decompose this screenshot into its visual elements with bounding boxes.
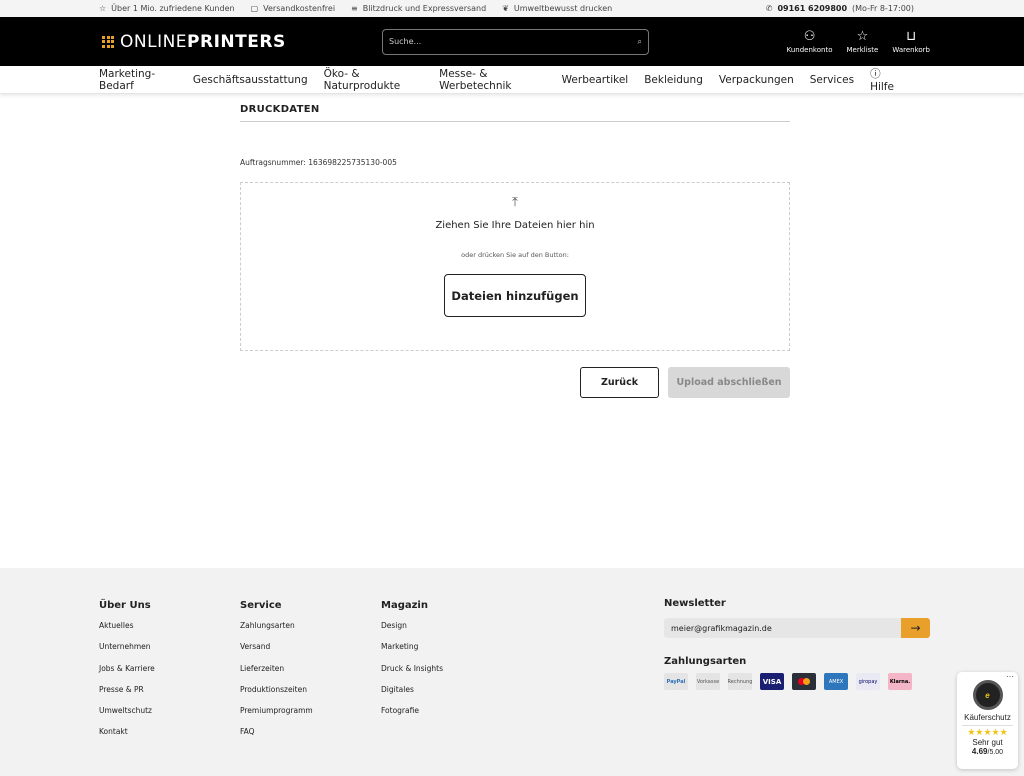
footer-link[interactable]: Versand: [240, 642, 313, 663]
klarna-icon: Klarna.: [888, 673, 912, 690]
star-icon: ☆: [99, 4, 107, 13]
star-icon: ☆: [856, 28, 869, 44]
main-nav: Marketing-Bedarf Geschäftsausstattung Ök…: [0, 66, 1024, 94]
footer-col-service: Service Zahlungsarten Versand Lieferzeit…: [240, 600, 313, 749]
nav-item[interactable]: Werbeartikel: [562, 74, 629, 86]
print-data-section: DRUCKDATEN Auftragsnummer: 1636982257351…: [240, 104, 790, 398]
search-icon[interactable]: ⌕: [638, 37, 642, 47]
truck-icon: ≡: [351, 4, 358, 13]
mastercard-icon: [792, 673, 816, 690]
visa-icon: VISA: [760, 673, 784, 690]
trusted-shops-seal-icon: e: [972, 680, 1003, 710]
footer-link[interactable]: Digitales: [381, 685, 443, 706]
nav-item[interactable]: Verpackungen: [719, 74, 794, 86]
footer-link[interactable]: Umweltschutz: [99, 706, 155, 727]
rating-stars: ★★★★★: [962, 725, 1013, 738]
cart-icon: ⊔: [906, 28, 917, 44]
phone-contact[interactable]: ✆ 09161 6209800 (Mo-Fr 8-17:00): [766, 4, 914, 13]
footer-link[interactable]: Kontakt: [99, 727, 155, 748]
top-info-bar: ☆ Über 1 Mio. zufriedene Kunden ▢ Versandk…: [0, 0, 1024, 17]
page-title: DRUCKDATEN: [240, 104, 790, 122]
usp-eco: ❦ Umweltbewusst drucken: [502, 4, 613, 13]
footer-link[interactable]: Presse & PR: [99, 685, 155, 706]
footer-link[interactable]: Zahlungsarten: [240, 621, 313, 642]
usp-express: ≡ Blitzdruck und Expressversand: [351, 4, 487, 13]
giropay-icon: giropay: [856, 673, 880, 690]
add-files-button[interactable]: Dateien hinzufügen: [444, 274, 586, 317]
back-button[interactable]: Zurück: [580, 367, 659, 398]
nav-item[interactable]: Marketing-Bedarf: [99, 68, 177, 92]
footer-link[interactable]: Druck & Insights: [381, 664, 443, 685]
nav-item[interactable]: Services: [810, 74, 854, 86]
help-icon: ⓘ: [870, 68, 881, 80]
footer-col-magazine: Magazin Design Marketing Druck & Insight…: [381, 600, 443, 727]
footer-link[interactable]: Aktuelles: [99, 621, 155, 642]
more-icon[interactable]: ···: [1006, 672, 1014, 681]
file-dropzone[interactable]: ⤒ Ziehen Sie Ihre Dateien hier hin oder …: [240, 182, 790, 351]
footer-link[interactable]: Produktionszeiten: [240, 685, 313, 706]
footer-link[interactable]: Fotografie: [381, 706, 443, 727]
amex-icon: AMEX: [824, 673, 848, 690]
footer: Über Uns Aktuelles Unternehmen Jobs & Ka…: [0, 568, 1024, 776]
help-link[interactable]: ⓘ Hilfe: [870, 66, 930, 93]
search-input[interactable]: Suche... ⌕: [382, 28, 649, 55]
prepayment-icon: Vorkasse: [696, 673, 720, 690]
footer-link[interactable]: Marketing: [381, 642, 443, 663]
newsletter-submit-button[interactable]: →: [901, 618, 930, 638]
upload-icon: ⤒: [512, 195, 518, 210]
newsletter: Newsletter meier@grafikmagazin.de → Zahl…: [664, 598, 930, 690]
nav-item[interactable]: Öko- & Naturprodukte: [324, 68, 424, 92]
logo-icon: [102, 35, 114, 48]
header: ONLINEPRINTERS Suche... ⌕ ⚇ Kundenkonto ☆ M…: [0, 17, 1024, 66]
cart-button[interactable]: ⊔ Warenkorb: [892, 30, 930, 54]
box-icon: ▢: [250, 4, 259, 13]
nav-item[interactable]: Geschäftsausstattung: [193, 74, 308, 86]
footer-link[interactable]: FAQ: [240, 727, 313, 748]
newsletter-email-input[interactable]: meier@grafikmagazin.de: [664, 618, 901, 638]
footer-link[interactable]: Lieferzeiten: [240, 664, 313, 685]
account-button[interactable]: ⚇ Kundenkonto: [787, 30, 833, 54]
wishlist-button[interactable]: ☆ Merkliste: [846, 30, 878, 54]
finish-upload-button[interactable]: Upload abschließen: [668, 367, 790, 398]
footer-link[interactable]: Jobs & Karriere: [99, 664, 155, 685]
order-number: Auftragsnummer: 163698225735130-005: [240, 158, 397, 167]
nav-item[interactable]: Bekleidung: [644, 74, 703, 86]
leaf-icon: ❦: [502, 4, 509, 13]
usp-shipping: ▢ Versandkostenfrei: [250, 4, 336, 13]
paypal-icon: PayPal: [664, 673, 688, 690]
footer-link[interactable]: Unternehmen: [99, 642, 155, 663]
arrow-right-icon: →: [910, 621, 921, 635]
user-icon: ⚇: [803, 28, 816, 44]
usp-customers: ☆ Über 1 Mio. zufriedene Kunden: [99, 4, 235, 13]
invoice-icon: Rechnung: [728, 673, 752, 690]
trusted-shops-badge[interactable]: ··· e Käuferschutz ★★★★★ Sehr gut 4.69/5…: [957, 672, 1018, 769]
footer-link[interactable]: Design: [381, 621, 443, 642]
footer-link[interactable]: Premiumprogramm: [240, 706, 313, 727]
logo[interactable]: ONLINEPRINTERS: [102, 32, 382, 52]
payment-methods: PayPal Vorkasse Rechnung VISA AMEX girop…: [664, 673, 930, 690]
footer-col-about: Über Uns Aktuelles Unternehmen Jobs & Ka…: [99, 600, 155, 749]
phone-icon: ✆: [765, 4, 773, 13]
nav-item[interactable]: Messe- & Werbetechnik: [439, 68, 546, 92]
